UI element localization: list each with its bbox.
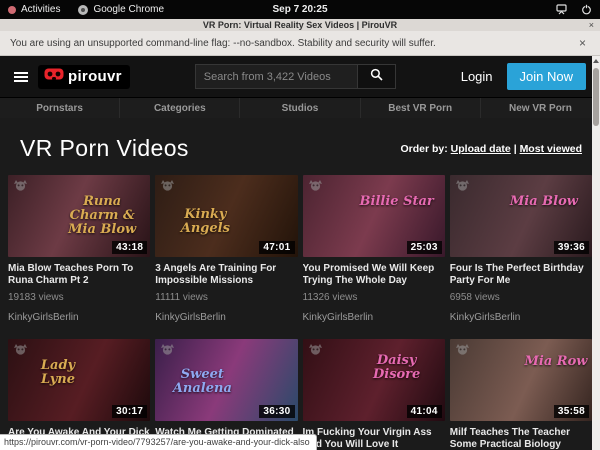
power-icon[interactable]: [581, 4, 592, 15]
duration-badge: 39:36: [554, 241, 589, 254]
video-grid: Runa Charm & Mia Blow 43:18 Mia Blow Tea…: [0, 175, 600, 450]
activities-button[interactable]: Activities: [8, 4, 60, 15]
studio-watermark-icon: [13, 179, 28, 197]
nav-item-categories[interactable]: Categories: [119, 98, 239, 118]
video-thumbnail[interactable]: Lady Lyne 30:17: [8, 339, 150, 421]
video-title[interactable]: You Promised We Will Keep Trying The Who…: [303, 263, 445, 287]
browser-tab-bar: VR Porn: Virtual Reality Sex Videos | Pi…: [0, 19, 600, 31]
infobar-close-icon[interactable]: ×: [575, 36, 590, 50]
search-button[interactable]: [358, 64, 396, 89]
video-title[interactable]: Four Is The Perfect Birthday Party For M…: [450, 263, 592, 287]
view-count: 6958 views: [450, 292, 592, 303]
search-bar: [195, 64, 396, 89]
menu-icon[interactable]: [14, 72, 28, 82]
video-title[interactable]: Milf Teaches The Teacher Some Practical …: [450, 427, 592, 450]
join-now-button[interactable]: Join Now: [507, 63, 586, 90]
studio-link[interactable]: KinkyGirlsBerlin: [155, 312, 226, 323]
scrollbar-thumb[interactable]: [593, 68, 599, 126]
infobar-message: You are using an unsupported command-lin…: [10, 38, 436, 49]
studio-watermark-icon: [455, 179, 470, 197]
site-logo[interactable]: pirouvr: [38, 65, 130, 89]
nav-item-best-vr-porn[interactable]: Best VR Porn: [360, 98, 480, 118]
view-count: 11326 views: [303, 292, 445, 303]
thumbnail-overlay-text: Billie Star: [353, 195, 441, 209]
vertical-scrollbar[interactable]: [592, 56, 600, 450]
order-by-upload-date-link[interactable]: Upload date: [451, 143, 511, 155]
video-thumbnail[interactable]: Mia Row 35:58: [450, 339, 592, 421]
search-icon: [370, 68, 383, 86]
search-input[interactable]: [195, 64, 358, 89]
page-heading-row: VR Porn Videos Order by: Upload date | M…: [0, 118, 600, 175]
order-by-separator: |: [514, 143, 517, 155]
thumbnail-overlay-text: Mia Blow: [500, 195, 588, 209]
video-thumbnail[interactable]: Mia Blow 39:36: [450, 175, 592, 257]
video-card[interactable]: Mia Blow 39:36 Four Is The Perfect Birth…: [450, 175, 592, 325]
video-thumbnail[interactable]: Billie Star 25:03: [303, 175, 445, 257]
logo-text: pirouvr: [68, 68, 122, 85]
video-thumbnail[interactable]: Runa Charm & Mia Blow 43:18: [8, 175, 150, 257]
studio-watermark-icon: [308, 179, 323, 197]
thumbnail-overlay-text: Daisy Disore: [353, 354, 441, 383]
tab-close-icon[interactable]: ×: [589, 19, 594, 31]
screen-share-icon[interactable]: [556, 4, 567, 15]
chrome-app-menu[interactable]: Google Chrome: [78, 4, 164, 15]
vr-headset-icon: [44, 68, 64, 86]
page-title: VR Porn Videos: [20, 135, 189, 162]
video-thumbnail[interactable]: Daisy Disore 41:04: [303, 339, 445, 421]
video-card[interactable]: Billie Star 25:03 You Promised We Will K…: [303, 175, 445, 325]
activities-label: Activities: [21, 4, 60, 15]
studio-link[interactable]: KinkyGirlsBerlin: [450, 312, 521, 323]
studio-watermark-icon: [308, 343, 323, 361]
video-card[interactable]: Mia Row 35:58 Milf Teaches The Teacher S…: [450, 339, 592, 450]
video-title[interactable]: 3 Angels Are Training For Impossible Mis…: [155, 263, 297, 287]
site-header: pirouvr Login Join Now: [0, 56, 600, 97]
scrollbar-up-arrow-icon[interactable]: [593, 59, 599, 63]
chrome-icon: [78, 5, 88, 15]
duration-badge: 43:18: [112, 241, 147, 254]
video-thumbnail[interactable]: Sweet Analena 36:30: [155, 339, 297, 421]
view-count: 19183 views: [8, 292, 150, 303]
video-title[interactable]: Mia Blow Teaches Porn To Runa Charm Pt 2: [8, 263, 150, 287]
studio-link[interactable]: KinkyGirlsBerlin: [8, 312, 79, 323]
view-count: 11111 views: [155, 292, 297, 303]
chrome-app-label: Google Chrome: [93, 4, 164, 15]
nav-item-new-vr-porn[interactable]: New VR Porn: [480, 98, 600, 118]
login-button[interactable]: Login: [461, 69, 493, 84]
thumbnail-overlay-text: Runa Charm & Mia Blow: [58, 195, 146, 238]
link-preview-status-bar: https://pirouvr.com/vr-porn-video/779325…: [0, 434, 317, 450]
thumbnail-overlay-text: Kinky Angels: [161, 208, 249, 237]
video-card[interactable]: Kinky Angels 47:01 3 Angels Are Training…: [155, 175, 297, 325]
video-title[interactable]: Im Fucking Your Virgin Ass And You Will …: [303, 427, 445, 450]
duration-badge: 35:58: [554, 405, 589, 418]
order-by-label: Order by:: [400, 143, 447, 155]
order-by-control: Order by: Upload date | Most viewed: [400, 143, 582, 155]
studio-watermark-icon: [455, 343, 470, 361]
video-card[interactable]: Runa Charm & Mia Blow 43:18 Mia Blow Tea…: [8, 175, 150, 325]
nav-item-studios[interactable]: Studios: [239, 98, 359, 118]
chrome-infobar: You are using an unsupported command-lin…: [0, 31, 600, 56]
video-thumbnail[interactable]: Kinky Angels 47:01: [155, 175, 297, 257]
tab-title[interactable]: VR Porn: Virtual Reality Sex Videos | Pi…: [203, 20, 397, 30]
duration-badge: 36:30: [259, 405, 294, 418]
thumbnail-overlay-text: Sweet Analena: [163, 368, 241, 397]
duration-badge: 30:17: [112, 405, 147, 418]
system-top-bar: Activities Google Chrome Sep 7 20:25: [0, 0, 600, 19]
video-card[interactable]: Daisy Disore 41:04 Im Fucking Your Virgi…: [303, 339, 445, 450]
duration-badge: 41:04: [407, 405, 442, 418]
nav-item-pornstars[interactable]: Pornstars: [0, 98, 119, 118]
order-by-most-viewed-link[interactable]: Most viewed: [520, 143, 582, 155]
thumbnail-overlay-text: Lady Lyne: [26, 359, 90, 388]
main-nav: Pornstars Categories Studios Best VR Por…: [0, 97, 600, 118]
recording-indicator-icon: [8, 6, 16, 14]
studio-watermark-icon: [160, 179, 175, 197]
studio-watermark-icon: [160, 343, 175, 361]
duration-badge: 47:01: [259, 241, 294, 254]
duration-badge: 25:03: [407, 241, 442, 254]
thumbnail-overlay-text: Mia Row: [524, 355, 588, 369]
studio-link[interactable]: KinkyGirlsBerlin: [303, 312, 374, 323]
